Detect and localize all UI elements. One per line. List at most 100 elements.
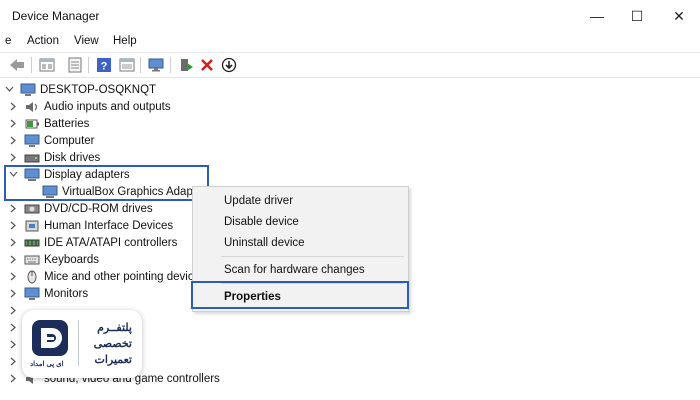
close-icon: ✕ bbox=[673, 7, 685, 24]
download-button[interactable] bbox=[220, 56, 238, 74]
back-button[interactable] bbox=[8, 56, 26, 74]
tree-item-label: IDE ATA/ATAPI controllers bbox=[44, 236, 178, 249]
chevron-right-icon[interactable] bbox=[8, 373, 18, 385]
computer-icon bbox=[20, 83, 36, 97]
tree-item-ide[interactable]: IDE ATA/ATAPI controllers bbox=[8, 234, 177, 251]
back-arrow-icon bbox=[10, 59, 24, 71]
logo-divider bbox=[78, 320, 79, 366]
properties-icon bbox=[39, 58, 55, 72]
menu-item-scan-hardware[interactable]: Scan for hardware changes bbox=[224, 264, 365, 276]
toolbar-separator bbox=[31, 57, 32, 73]
close-button[interactable]: ✕ bbox=[656, 4, 700, 28]
computer-icon bbox=[24, 134, 40, 148]
menu-item-uninstall-device[interactable]: Uninstall device bbox=[224, 237, 305, 249]
menu-separator bbox=[221, 256, 404, 257]
tree-item-hid[interactable]: Human Interface Devices bbox=[8, 217, 173, 234]
highlight-properties bbox=[191, 281, 409, 309]
tree-item-batteries[interactable]: Batteries bbox=[8, 115, 89, 132]
help-icon: ? bbox=[97, 58, 111, 73]
ide-icon bbox=[24, 236, 40, 250]
tree-item-label: Computer bbox=[44, 134, 95, 147]
logo-line-1: پلتفــرم bbox=[97, 322, 132, 334]
tree-root-label: DESKTOP-OSQKNQT bbox=[40, 83, 157, 96]
chevron-right-icon[interactable] bbox=[8, 220, 18, 232]
toolbar-separator bbox=[88, 57, 89, 73]
tree-item-label: Mice and other pointing devic bbox=[44, 270, 194, 283]
menu-action[interactable]: Action bbox=[27, 35, 59, 47]
keyboard-icon bbox=[24, 253, 40, 267]
chevron-right-icon[interactable] bbox=[8, 152, 18, 164]
tree-item-audio[interactable]: Audio inputs and outputs bbox=[8, 98, 171, 115]
toolbar: ? bbox=[0, 52, 700, 78]
tree-item-label: Human Interface Devices bbox=[44, 219, 174, 232]
maximize-button[interactable]: ☐ bbox=[614, 4, 660, 28]
menu-item-disable-device[interactable]: Disable device bbox=[224, 216, 299, 228]
window-title: Device Manager bbox=[12, 9, 100, 23]
download-icon bbox=[221, 57, 237, 73]
brand-name: ای پی امداد bbox=[30, 361, 64, 368]
tree-item-keyboards[interactable]: Keyboards bbox=[8, 251, 99, 268]
highlight-display-adapters bbox=[4, 165, 209, 201]
minimize-icon: — bbox=[590, 8, 604, 24]
tree-item-label: Batteries bbox=[44, 117, 90, 130]
chevron-right-icon[interactable] bbox=[8, 118, 18, 130]
properties-button[interactable] bbox=[38, 56, 56, 74]
battery-icon bbox=[24, 117, 40, 131]
tree-item-label: Disk drives bbox=[44, 151, 101, 164]
action-icon bbox=[119, 58, 135, 72]
menu-item-update-driver[interactable]: Update driver bbox=[224, 195, 293, 207]
device-list-icon bbox=[68, 57, 82, 73]
help-button[interactable]: ? bbox=[95, 56, 113, 74]
chevron-right-icon[interactable] bbox=[8, 322, 18, 334]
tree-item-dvd[interactable]: DVD/CD-ROM drives bbox=[8, 200, 153, 217]
chevron-right-icon[interactable] bbox=[8, 203, 18, 215]
menu-view[interactable]: View bbox=[74, 35, 99, 47]
menu-bar: e Action View Help bbox=[0, 32, 700, 52]
chevron-right-icon[interactable] bbox=[8, 356, 18, 368]
tree-item-label: Monitors bbox=[44, 287, 89, 300]
monitor-icon bbox=[24, 287, 40, 301]
action-button[interactable] bbox=[118, 56, 136, 74]
chevron-right-icon[interactable] bbox=[8, 135, 18, 147]
tree-item-hidden[interactable] bbox=[8, 302, 24, 319]
update-driver-icon bbox=[181, 59, 193, 71]
monitor-icon bbox=[148, 58, 164, 72]
tree-item-label: Audio inputs and outputs bbox=[44, 100, 171, 113]
brand-logo-icon bbox=[32, 320, 68, 356]
chevron-right-icon[interactable] bbox=[8, 254, 18, 266]
uninstall-icon bbox=[201, 59, 213, 71]
tree-root[interactable]: DESKTOP-OSQKNQT bbox=[4, 81, 156, 98]
svg-text:?: ? bbox=[101, 61, 108, 73]
chevron-right-icon[interactable] bbox=[8, 271, 18, 283]
toolbar-separator bbox=[170, 57, 171, 73]
chevron-right-icon[interactable] bbox=[8, 339, 18, 351]
toolbar-separator bbox=[140, 57, 141, 73]
device-list-button[interactable] bbox=[66, 56, 84, 74]
chevron-right-icon[interactable] bbox=[8, 237, 18, 249]
update-driver-button[interactable] bbox=[177, 56, 195, 74]
chevron-down-icon[interactable] bbox=[4, 84, 14, 96]
mouse-icon bbox=[24, 270, 40, 284]
title-bar: Device Manager — ☐ ✕ bbox=[0, 0, 700, 32]
tree-item-computer[interactable]: Computer bbox=[8, 132, 95, 149]
disk-icon bbox=[24, 151, 40, 165]
dvd-icon bbox=[24, 202, 40, 216]
watermark-logo: ای پی امداد پلتفــرم تخصصی تعمیرات bbox=[22, 310, 142, 378]
menu-file[interactable]: e bbox=[5, 35, 11, 47]
tree-item-label: DVD/CD-ROM drives bbox=[44, 202, 153, 215]
speaker-icon bbox=[24, 100, 40, 114]
maximize-icon: ☐ bbox=[630, 7, 644, 24]
logo-line-2: تخصصی bbox=[93, 338, 132, 350]
uninstall-button[interactable] bbox=[198, 56, 216, 74]
tree-item-mice[interactable]: Mice and other pointing devic bbox=[8, 268, 194, 285]
chevron-right-icon[interactable] bbox=[8, 101, 18, 113]
tree-item-label: Keyboards bbox=[44, 253, 99, 266]
menu-help[interactable]: Help bbox=[113, 35, 137, 47]
scan-button[interactable] bbox=[147, 56, 165, 74]
logo-line-3: تعمیرات bbox=[94, 354, 132, 366]
tree-item-disk-drives[interactable]: Disk drives bbox=[8, 149, 100, 166]
hid-icon bbox=[24, 219, 40, 233]
tree-item-monitors[interactable]: Monitors bbox=[8, 285, 88, 302]
chevron-right-icon[interactable] bbox=[8, 288, 18, 300]
chevron-right-icon[interactable] bbox=[8, 305, 18, 317]
